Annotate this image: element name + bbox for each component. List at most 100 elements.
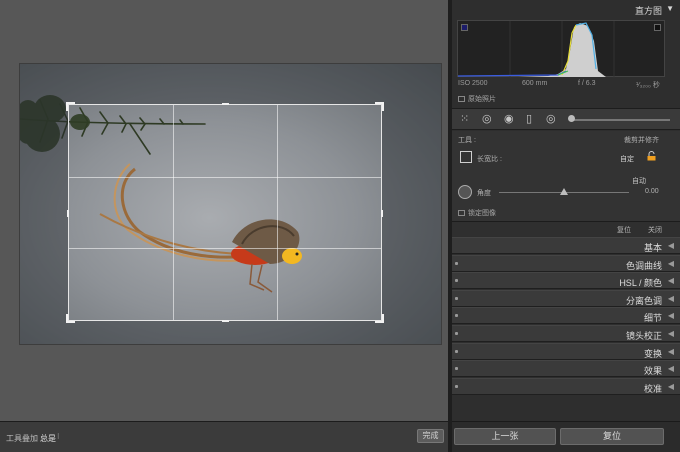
focal-length-value: 600 mm (522, 80, 548, 87)
section-split-toning[interactable]: 分离色调 ◀ (452, 289, 680, 307)
crop-handle-right[interactable] (381, 209, 383, 217)
section-hsl-color[interactable]: HSL / 颜色 ◀ (452, 272, 680, 290)
shadow-clipping-icon[interactable] (461, 24, 468, 31)
expand-triangle-icon[interactable]: ◀ (668, 382, 674, 391)
highlight-clipping-icon[interactable] (654, 24, 661, 31)
aspect-ratio-label: 长宽比 : (477, 156, 502, 163)
angle-label: 角度 (477, 190, 491, 197)
checkbox-icon[interactable] (458, 210, 465, 216)
crop-handle-left[interactable] (67, 209, 69, 217)
crop-section: 工具 : 裁剪并修齐 长宽比 : 自定 自动 角度 0.00 锁定图像 (452, 131, 680, 221)
section-label: 校准 (643, 383, 662, 394)
shutter-value: ¹⁄₃₂₀₀ 秒 (636, 82, 660, 89)
expand-triangle-icon[interactable]: ◀ (668, 329, 674, 338)
lock-image-checkbox[interactable]: 锁定图像 (458, 208, 496, 218)
toggle-switch-icon[interactable] (455, 314, 458, 318)
expand-triangle-icon[interactable]: ◀ (668, 311, 674, 320)
crop-grid-line (69, 176, 381, 178)
toggle-switch-icon[interactable] (455, 261, 458, 265)
section-label: 镜头校正 (625, 330, 662, 341)
crop-grid-line (276, 105, 278, 320)
tool-overlay-select[interactable]: 总是 (40, 433, 56, 444)
angle-value[interactable]: 0.00 (645, 188, 659, 195)
straighten-level-icon[interactable] (458, 185, 472, 199)
panel-sections: 基本 ◀ 色调曲线 ◀ HSL / 颜色 ◀ 分离色调 ◀ 细节 ◀ 镜头校正 … (452, 237, 680, 395)
expand-triangle-icon[interactable]: ◀ (668, 294, 674, 303)
toggle-switch-icon[interactable] (455, 349, 458, 353)
photo-canvas (0, 0, 448, 421)
original-photo-label: 原始照片 (468, 96, 496, 103)
toggle-switch-icon[interactable] (455, 384, 458, 388)
crop-handle-bottom-left[interactable] (66, 314, 75, 323)
section-transform[interactable]: 变换 ◀ (452, 342, 680, 360)
section-label: 基本 (643, 243, 662, 253)
crop-handle-top[interactable] (222, 103, 229, 105)
brush-slider-knob[interactable] (568, 115, 575, 122)
section-lens-correction[interactable]: 镜头校正 ◀ (452, 324, 680, 342)
develop-panel: 直方图 ▼ ISO 2500 600 mm f / 6.3 ¹⁄₃₂₀₀ 秒 原… (452, 0, 680, 452)
canvas-toolbar: 工具叠加 : 总是 ⁝ 完成 (0, 421, 448, 452)
aperture-value: f / 6.3 (578, 80, 596, 87)
crop-reset-row: 复位 关闭 (452, 221, 680, 236)
radial-filter-icon[interactable]: ◎ (546, 113, 556, 125)
graduated-filter-icon[interactable]: ▯ (526, 113, 532, 125)
aspect-ratio-select[interactable]: 自定 (620, 154, 634, 164)
tool-label: 工具 : (458, 137, 476, 144)
toggle-switch-icon[interactable] (455, 331, 458, 335)
section-detail[interactable]: 细节 ◀ (452, 307, 680, 325)
section-effects[interactable]: 效果 ◀ (452, 360, 680, 378)
histogram-title: 直方图 (634, 6, 662, 16)
toggle-switch-icon[interactable] (455, 367, 458, 371)
previous-button[interactable]: 上一张 (454, 428, 556, 445)
spot-removal-icon[interactable]: ◎ (482, 113, 492, 125)
toggle-switch-icon[interactable] (455, 296, 458, 300)
section-label: 分离色调 (625, 295, 662, 306)
angle-slider-knob[interactable] (560, 188, 568, 195)
aspect-ratio-icon[interactable] (460, 151, 472, 163)
histogram[interactable] (457, 20, 666, 78)
expand-triangle-icon[interactable]: ◀ (668, 276, 674, 285)
tool-strip: ⁙ ◎ ◉ ▯ ◎ (452, 108, 680, 130)
photo-image (19, 63, 442, 345)
tool-overlay-label: 工具叠加 : (6, 434, 43, 443)
auto-straighten-button[interactable]: 自动 (632, 176, 646, 186)
section-label: HSL / 颜色 (619, 278, 662, 289)
expand-triangle-icon[interactable]: ◀ (668, 364, 674, 373)
crop-handle-top-left[interactable] (66, 102, 75, 111)
section-label: 效果 (643, 366, 662, 377)
expand-triangle-icon[interactable]: ◀ (668, 347, 674, 356)
section-calibration[interactable]: 校准 ◀ (452, 377, 680, 395)
lock-icon[interactable] (647, 151, 656, 161)
toggle-switch-icon[interactable] (455, 279, 458, 283)
original-photo-checkbox[interactable]: 原始照片 (458, 94, 496, 104)
tool-name: 裁剪并修齐 (624, 137, 659, 144)
histogram-header[interactable]: 直方图 ▼ (452, 0, 680, 18)
collapse-triangle-icon[interactable]: ▼ (666, 4, 674, 13)
reset-button[interactable]: 复位 (560, 428, 664, 445)
crop-tool-icon[interactable]: ⁙ (460, 113, 469, 125)
lock-image-label: 锁定图像 (468, 210, 496, 217)
panel-bottom-bar: 上一张 复位 (452, 421, 680, 452)
crop-handle-bottom-right[interactable] (375, 314, 384, 323)
crop-grid-line (172, 105, 174, 320)
section-basic[interactable]: 基本 ◀ (452, 237, 680, 254)
checkbox-icon[interactable] (458, 96, 465, 102)
crop-reset-button[interactable]: 复位 (617, 225, 631, 235)
iso-value: ISO 2500 (458, 80, 488, 87)
expand-triangle-icon[interactable]: ◀ (668, 241, 674, 250)
section-label: 变换 (643, 348, 662, 359)
expand-triangle-icon[interactable]: ◀ (668, 259, 674, 268)
done-button[interactable]: 完成 (417, 429, 444, 443)
section-tone-curve[interactable]: 色调曲线 ◀ (452, 254, 680, 272)
crop-handle-bottom[interactable] (222, 320, 229, 322)
chevron-down-icon[interactable]: ⁝ (57, 432, 60, 441)
brush-slider[interactable] (570, 119, 670, 121)
section-label: 色调曲线 (625, 260, 662, 271)
crop-handle-top-right[interactable] (375, 102, 384, 111)
crop-grid-line (69, 248, 381, 250)
histogram-graph (458, 21, 666, 78)
crop-close-button[interactable]: 关闭 (648, 225, 662, 235)
section-label: 细节 (643, 313, 662, 324)
crop-frame[interactable] (66, 102, 384, 323)
red-eye-icon[interactable]: ◉ (504, 113, 514, 125)
